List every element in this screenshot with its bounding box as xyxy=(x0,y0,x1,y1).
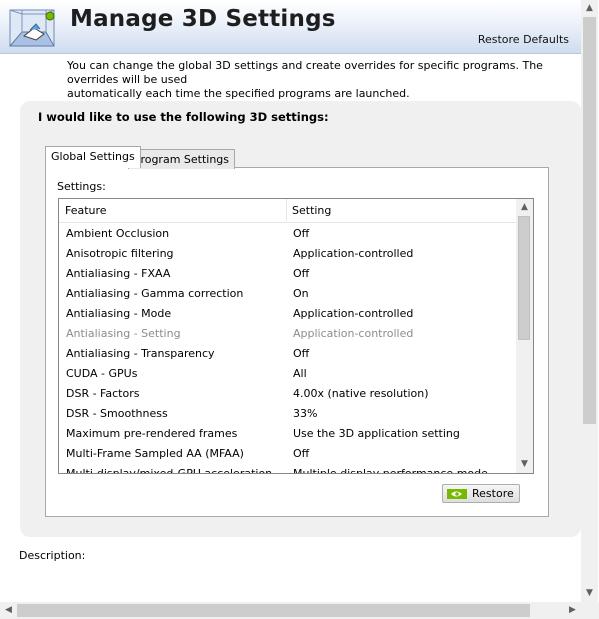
table-row[interactable]: Antialiasing - Gamma correction On xyxy=(59,284,516,304)
feature-cell: Antialiasing - Mode xyxy=(66,307,172,320)
page-title: Manage 3D Settings xyxy=(70,6,336,32)
scroll-down-icon[interactable]: ▼ xyxy=(516,456,533,473)
page-scroll-down-icon[interactable]: ▼ xyxy=(581,585,598,602)
setting-cell[interactable]: Off xyxy=(293,224,309,244)
settings-rows: Ambient Occlusion Off Anisotropic filterin… xyxy=(59,224,516,474)
table-row[interactable]: Maximum pre-rendered frames Use the 3D ap… xyxy=(59,424,516,444)
table-row[interactable]: DSR - Factors 4.00x (native resolution) xyxy=(59,384,516,404)
page-header: Manage 3D Settings Restore Defaults xyxy=(0,0,581,54)
feature-cell: Maximum pre-rendered frames xyxy=(66,427,238,440)
feature-cell: Antialiasing - FXAA xyxy=(66,267,171,280)
nvidia-logo-icon xyxy=(447,489,467,499)
settings-grid: Feature Setting Ambient Occlusion Off Anis… xyxy=(58,198,534,474)
table-row[interactable]: DSR - Smoothness 33% xyxy=(59,404,516,424)
page-horizontal-scrollbar[interactable]: ◀ ▶ xyxy=(0,602,581,619)
setting-cell[interactable]: Off xyxy=(293,444,309,464)
table-row[interactable]: Anisotropic filtering Application-control… xyxy=(59,244,516,264)
table-row[interactable]: Antialiasing - Setting Application-contro… xyxy=(59,324,516,344)
setting-cell[interactable]: On xyxy=(293,284,309,304)
feature-cell: Antialiasing - Transparency xyxy=(66,347,215,360)
description-label: Description: xyxy=(19,549,86,562)
tab-program-settings[interactable]: Program Settings xyxy=(128,149,236,169)
restore-defaults-link[interactable]: Restore Defaults xyxy=(478,33,569,46)
restore-button-label: Restore xyxy=(472,487,514,500)
tab-page-global-settings: Settings: Feature Setting Ambient Occlus… xyxy=(45,167,549,517)
table-row[interactable]: Antialiasing - Transparency Off xyxy=(59,344,516,364)
setting-cell[interactable]: Multiple display performance mode xyxy=(293,464,488,473)
setting-cell[interactable]: Off xyxy=(293,344,309,364)
page-vertical-scrollbar[interactable]: ▲ ▼ xyxy=(581,0,598,602)
settings-panel: I would like to use the following 3D set… xyxy=(20,101,581,537)
setting-cell[interactable]: Use the 3D application setting xyxy=(293,424,460,444)
setting-cell[interactable]: Off xyxy=(293,264,309,284)
table-row[interactable]: Multi-Frame Sampled AA (MFAA) Off xyxy=(59,444,516,464)
3d-cube-scene-icon xyxy=(8,9,55,47)
column-header-feature[interactable]: Feature xyxy=(65,204,107,217)
column-separator[interactable] xyxy=(286,199,287,221)
scroll-thumb[interactable] xyxy=(518,216,530,340)
feature-cell: Antialiasing - Setting xyxy=(66,327,181,340)
setting-cell[interactable]: 4.00x (native resolution) xyxy=(293,384,429,404)
page-scroll-right-icon[interactable]: ▶ xyxy=(564,602,581,619)
scroll-up-icon[interactable]: ▲ xyxy=(516,199,533,216)
feature-cell: Ambient Occlusion xyxy=(66,227,170,240)
setting-cell[interactable]: Application-controlled xyxy=(293,244,413,264)
feature-cell: Multi-Frame Sampled AA (MFAA) xyxy=(66,447,244,460)
page-scroll-thumb[interactable] xyxy=(583,17,596,424)
page-hscroll-thumb[interactable] xyxy=(17,604,530,617)
setting-cell[interactable]: Application-controlled xyxy=(293,304,413,324)
table-row[interactable]: Antialiasing - FXAA Off xyxy=(59,264,516,284)
scrollbar-corner xyxy=(581,602,599,619)
restore-button[interactable]: Restore xyxy=(442,484,520,503)
feature-cell: DSR - Smoothness xyxy=(66,407,168,420)
intro-text: You can change the global 3D settings an… xyxy=(67,59,543,100)
page-scroll-up-icon[interactable]: ▲ xyxy=(581,0,598,17)
setting-cell[interactable]: All xyxy=(293,364,307,384)
setting-cell[interactable]: 33% xyxy=(293,404,317,424)
settings-label: Settings: xyxy=(57,180,106,193)
table-row[interactable]: Ambient Occlusion Off xyxy=(59,224,516,244)
page-scroll-left-icon[interactable]: ◀ xyxy=(0,602,17,619)
table-row[interactable]: Multi-display/mixed-GPU acceleration Mult… xyxy=(59,464,516,474)
panel-heading: I would like to use the following 3D set… xyxy=(38,110,329,124)
feature-cell: CUDA - GPUs xyxy=(66,367,138,380)
feature-cell: Multi-display/mixed-GPU acceleration xyxy=(66,467,273,474)
tab-global-settings[interactable]: Global Settings xyxy=(45,146,141,168)
grid-header: Feature Setting xyxy=(59,199,516,223)
table-row[interactable]: Antialiasing - Mode Application-controlle… xyxy=(59,304,516,324)
table-row[interactable]: CUDA - GPUs All xyxy=(59,364,516,384)
feature-cell: DSR - Factors xyxy=(66,387,140,400)
column-header-setting[interactable]: Setting xyxy=(292,204,331,217)
grid-scrollbar[interactable]: ▲ ▼ xyxy=(516,199,533,473)
setting-cell[interactable]: Application-controlled xyxy=(293,324,413,344)
feature-cell: Antialiasing - Gamma correction xyxy=(66,287,244,300)
feature-cell: Anisotropic filtering xyxy=(66,247,174,260)
